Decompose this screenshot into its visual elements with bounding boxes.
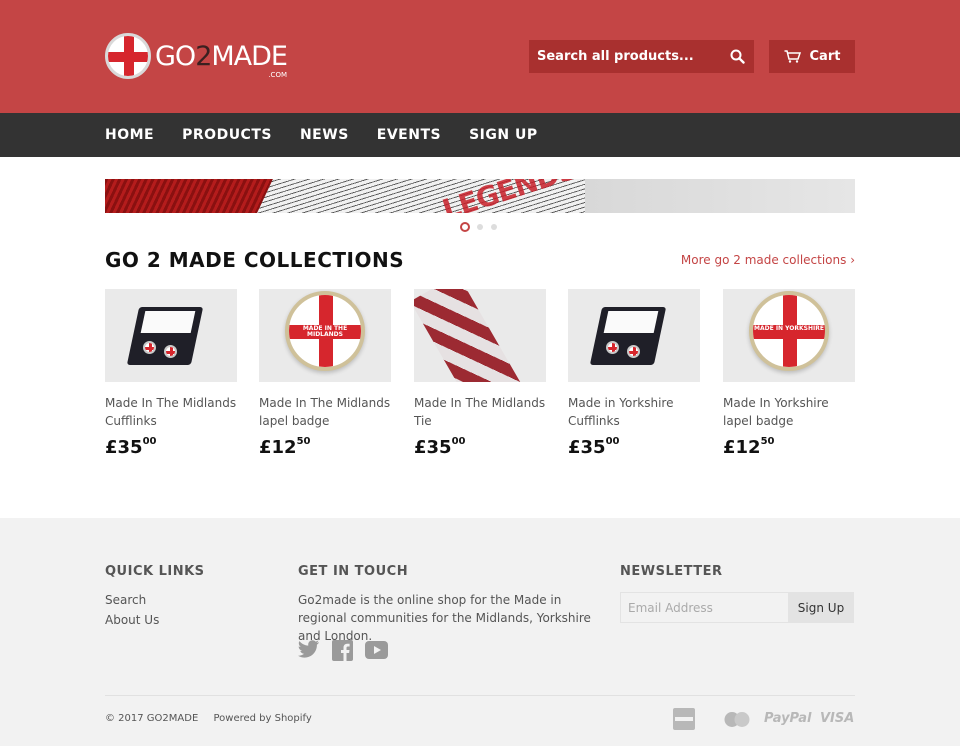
- search-input[interactable]: [529, 40, 720, 73]
- cart-label: Cart: [809, 49, 841, 64]
- quick-links-title: QUICK LINKS: [105, 564, 205, 579]
- american-express-icon: [673, 708, 695, 730]
- product-title[interactable]: Made In The Midlands Cufflinks: [105, 394, 237, 430]
- footer-divider: [105, 695, 855, 696]
- email-field[interactable]: [620, 592, 789, 623]
- product-price: £1250: [723, 436, 775, 458]
- nav-item-home[interactable]: HOME: [105, 127, 154, 143]
- twitter-icon[interactable]: [298, 640, 320, 658]
- get-in-touch-title: GET IN TOUCH: [298, 564, 409, 579]
- product-title[interactable]: Made In The Midlands lapel badge: [259, 394, 391, 430]
- cufflinks-image[interactable]: [568, 289, 700, 382]
- newsletter-title: NEWSLETTER: [620, 564, 723, 579]
- st-george-cross-icon: [105, 33, 151, 79]
- cufflinks-image[interactable]: [105, 289, 237, 382]
- product-card[interactable]: MADE IN YORKSHIRE Made In Yorkshire lape…: [723, 289, 855, 457]
- nav-item-news[interactable]: NEWS: [300, 127, 349, 143]
- product-card[interactable]: Made In The Midlands Tie £3500: [414, 289, 546, 457]
- more-collections-link[interactable]: More go 2 made collections ›: [681, 253, 855, 267]
- product-title[interactable]: Made In Yorkshire lapel badge: [723, 394, 855, 430]
- product-price: £3500: [105, 436, 157, 458]
- hero-banner[interactable]: LEGENDS: [105, 179, 855, 213]
- search-bar: [529, 40, 754, 73]
- slider-dot-3[interactable]: [491, 224, 497, 230]
- search-button[interactable]: [720, 40, 754, 73]
- visa-icon: VISA: [820, 711, 855, 726]
- cart-button[interactable]: Cart: [769, 40, 855, 73]
- slider-dot-1[interactable]: [460, 222, 470, 232]
- logo-text: GO2MADE .COM: [155, 40, 288, 79]
- tie-image[interactable]: [414, 289, 546, 382]
- site-footer: QUICK LINKS Search About Us GET IN TOUCH…: [0, 518, 960, 746]
- badge-image[interactable]: MADE IN YORKSHIRE: [723, 289, 855, 382]
- site-logo[interactable]: GO2MADE .COM: [105, 33, 288, 79]
- slider-dots: [460, 222, 505, 232]
- mastercard-icon: [724, 712, 750, 727]
- section-title: GO 2 MADE COLLECTIONS: [105, 248, 405, 272]
- product-price: £3500: [568, 436, 620, 458]
- facebook-icon[interactable]: [332, 640, 353, 661]
- paypal-icon: PayPal: [764, 711, 812, 726]
- product-price: £3500: [414, 436, 466, 458]
- product-price: £1250: [259, 436, 311, 458]
- site-header: GO2MADE .COM Cart: [0, 0, 960, 113]
- get-in-touch-text: Go2made is the online shop for the Made …: [298, 593, 591, 643]
- sign-up-button[interactable]: Sign Up: [788, 592, 854, 623]
- footer-link-search[interactable]: Search: [105, 593, 146, 607]
- nav-item-events[interactable]: EVENTS: [377, 127, 441, 143]
- youtube-icon[interactable]: [365, 640, 388, 660]
- product-card[interactable]: Made in Yorkshire Cufflinks £3500: [568, 289, 700, 457]
- nav-item-products[interactable]: PRODUCTS: [182, 127, 272, 143]
- slider-dot-2[interactable]: [477, 224, 483, 230]
- nav-item-sign-up[interactable]: SIGN UP: [469, 127, 538, 143]
- main-nav: HOME PRODUCTS NEWS EVENTS SIGN UP: [0, 113, 960, 157]
- badge-image[interactable]: MADE IN THE MIDLANDS: [259, 289, 391, 382]
- cart-icon: [784, 50, 801, 63]
- footer-link-about-us[interactable]: About Us: [105, 613, 159, 627]
- powered-by-link[interactable]: Powered by Shopify: [213, 713, 311, 724]
- product-title[interactable]: Made in Yorkshire Cufflinks: [568, 394, 700, 430]
- copyright: © 2017 GO2MADE Powered by Shopify: [105, 713, 312, 724]
- product-card[interactable]: MADE IN THE MIDLANDS Made In The Midland…: [259, 289, 391, 457]
- product-title[interactable]: Made In The Midlands Tie: [414, 394, 546, 430]
- product-card[interactable]: Made In The Midlands Cufflinks £3500: [105, 289, 237, 457]
- search-icon: [730, 49, 745, 64]
